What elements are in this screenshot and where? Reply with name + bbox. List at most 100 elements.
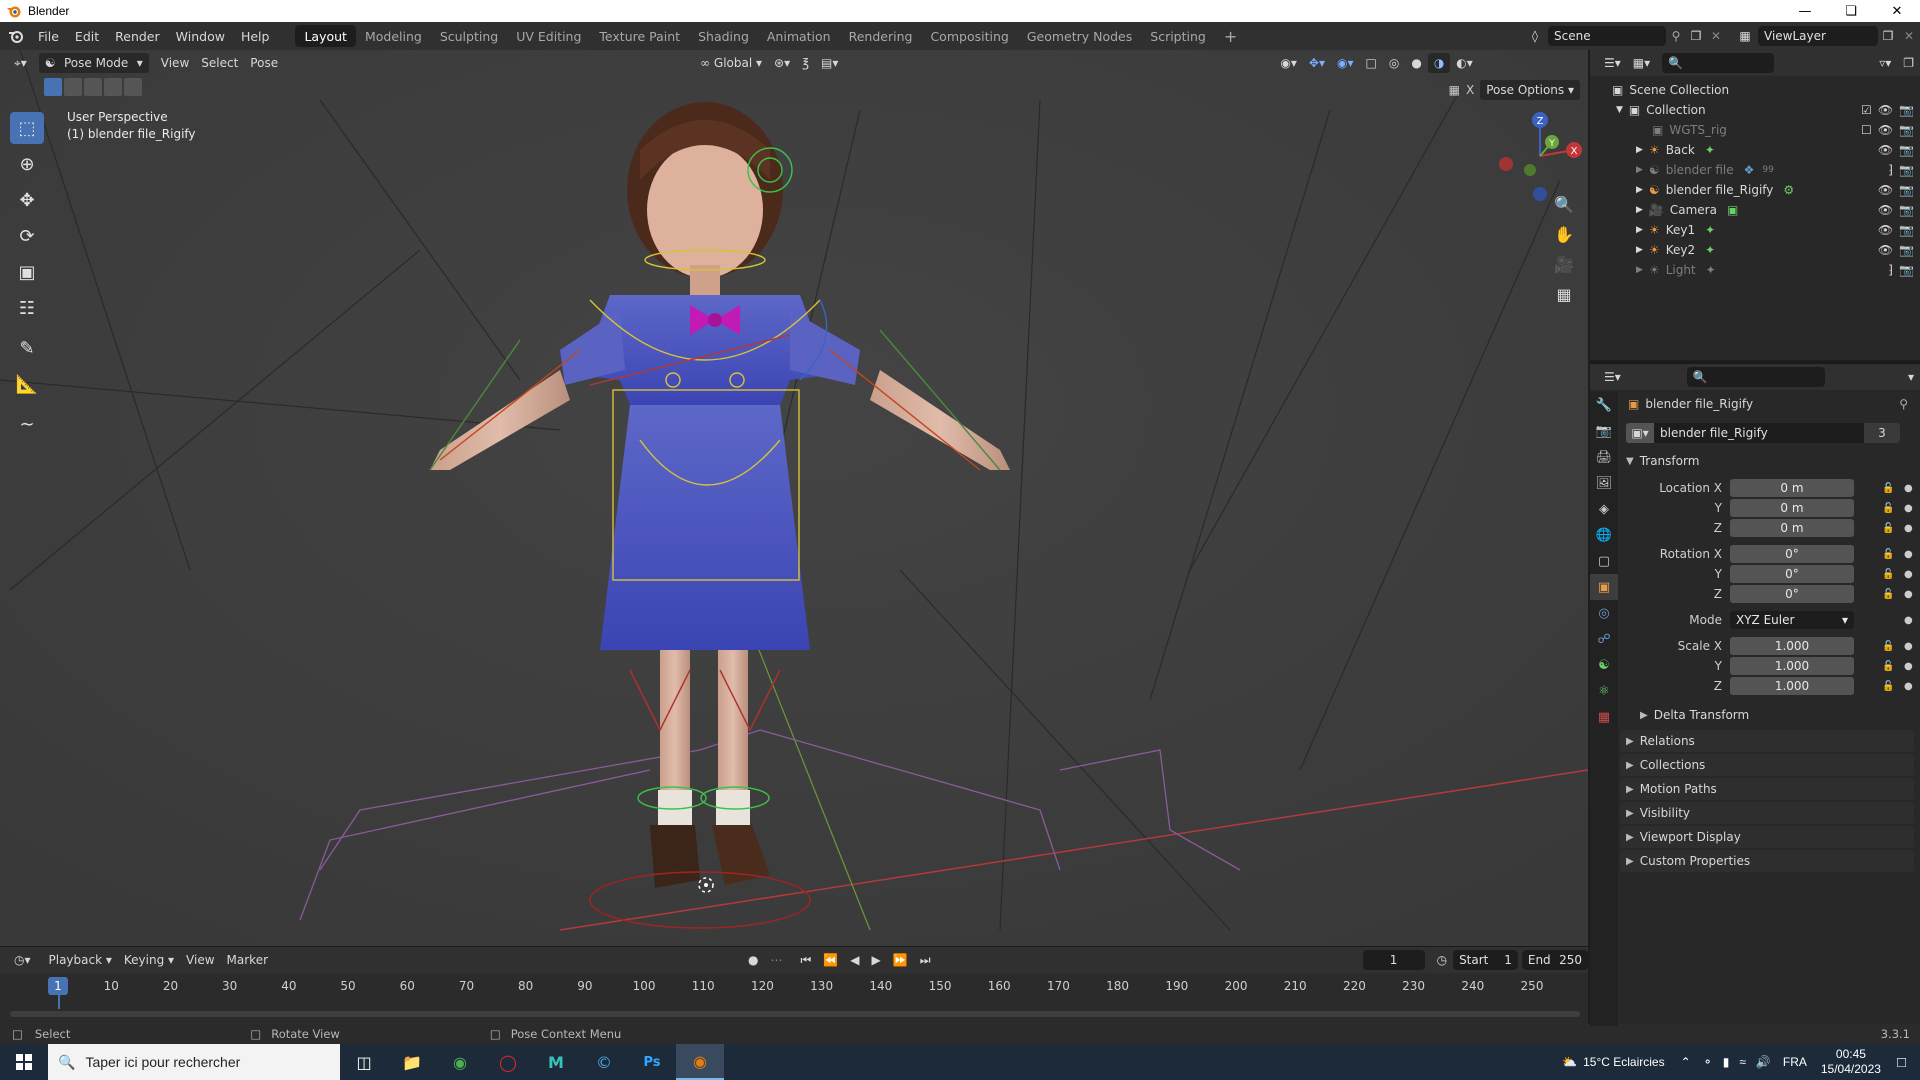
eye-icon[interactable]: 👁 [1878,203,1893,217]
datablock-browse-icon[interactable]: ▣▾ [1626,423,1654,443]
camera-render-icon[interactable]: 📷 [1899,203,1914,217]
camera-render-icon[interactable]: 📷 [1899,123,1914,137]
preview-range-icon[interactable]: ◷ [1431,950,1453,970]
collections-panel-header[interactable]: ▶ Collections [1620,754,1914,776]
lock-icon[interactable]: 🔓 [1882,523,1894,534]
keyframe-dot-icon[interactable]: ● [1904,681,1913,692]
scene-selector-icon[interactable]: ◊ [1522,29,1548,43]
rotate-tool-icon[interactable]: ⟳ [10,220,44,252]
object-tab-icon[interactable]: ▣ [1590,574,1618,600]
select-subtract-icon[interactable] [84,78,102,96]
outliner-scene-collection[interactable]: ▣ Scene Collection [1590,80,1920,100]
visibility-panel-header[interactable]: ▶ Visibility [1620,802,1914,824]
transform-affect-icon[interactable]: ▦ [1449,83,1460,97]
menu-edit[interactable]: Edit [67,22,107,50]
rotation-x-field[interactable]: 0° [1730,545,1854,563]
timeline-scrollbar[interactable] [10,1011,1580,1017]
expand-arrow-icon[interactable]: ▶ [1636,225,1643,235]
jump-prev-keyframe-icon[interactable]: ⏪ [817,950,844,970]
include-checkbox-icon[interactable]: ☐ [1861,123,1872,137]
taskbar-search-input[interactable]: 🔍 Taper ici pour rechercher [48,1044,340,1080]
select-new-icon[interactable] [44,78,62,96]
expand-arrow-icon[interactable]: ▶ [1636,205,1643,215]
add-workspace-button[interactable]: + [1215,25,1246,47]
play-reverse-icon[interactable]: ◀ [844,950,865,970]
wifi-icon[interactable]: ≈ [1739,1055,1746,1069]
outliner-item-key2[interactable]: ▶ ☀ Key2 ✦ 👁 📷 [1590,240,1920,260]
snap-icon[interactable]: ℥ [796,53,815,73]
eye-icon[interactable]: 👁 [1878,223,1893,237]
visibility-selector-icon[interactable]: ◉▾ [1274,53,1303,73]
view-layer-tab-icon[interactable]: 🖼 [1590,470,1618,496]
output-tab-icon[interactable]: 🖨 [1590,444,1618,470]
transform-orientation-selector[interactable]: ∞ Global ▾ [694,53,768,73]
cursor-tool-icon[interactable]: ⊕ [10,148,44,180]
outliner-item-key1[interactable]: ▶ ☀ Key1 ✦ 👁 📷 [1590,220,1920,240]
camera-render-icon[interactable]: 📷 [1899,223,1914,237]
tray-overflow-icon[interactable]: ⌃ [1681,1055,1691,1069]
outliner-editor-type-icon[interactable]: ☰▾ [1598,53,1627,73]
expand-arrow-icon[interactable]: ▶ [1636,245,1643,255]
keying-set-icon[interactable]: ⋯ [765,950,789,970]
windows-start-icon[interactable] [0,1044,48,1080]
new-collection-icon[interactable]: ❐ [1897,53,1920,73]
blender-menu-icon[interactable] [0,22,30,50]
object-name-field[interactable]: blender file_Rigify [1654,423,1864,443]
eye-icon[interactable]: 👁 [1878,243,1893,257]
menu-render[interactable]: Render [107,22,168,50]
tab-compositing[interactable]: Compositing [921,25,1017,47]
chrome-icon[interactable]: ◉ [436,1044,484,1080]
people-icon[interactable]: ⚬ [1703,1055,1713,1069]
solid-shading-icon[interactable]: ● [1405,53,1427,73]
camera-render-icon[interactable]: 📷 [1899,183,1914,197]
lock-icon[interactable]: 🔓 [1882,549,1894,560]
scene-name-field[interactable]: Scene [1548,26,1666,46]
menu-window[interactable]: Window [168,22,233,50]
volume-icon[interactable]: 🔊 [1756,1055,1771,1069]
current-frame-field[interactable]: 1 [1362,950,1425,970]
physics-tab-icon[interactable]: ◎ [1590,600,1618,626]
xray-toggle-icon[interactable]: □ [1360,53,1383,73]
outliner-item-camera[interactable]: ▶ 🎥 Camera ▣ 👁 📷 [1590,200,1920,220]
editor-type-icon[interactable]: ⌖▾ [8,53,33,73]
frame-ruler[interactable]: 1 10 20 30 40 50 60 70 80 90 100 110 120 130 140 150 160… [0,975,1588,1009]
transform-tool-icon[interactable]: ☷ [10,292,44,324]
properties-editor-type-icon[interactable]: ☰▾ [1598,367,1627,387]
lock-icon[interactable]: 🔓 [1882,661,1894,672]
keyframe-dot-icon[interactable]: ● [1904,483,1913,494]
render-tab-icon[interactable]: 📷 [1590,418,1618,444]
viewport-scene[interactable] [0,50,1588,946]
select-extend-icon[interactable] [64,78,82,96]
lock-icon[interactable]: 🔓 [1882,483,1894,494]
scene-tab-icon[interactable]: ◈ [1590,496,1618,522]
blender-taskbar-icon[interactable]: ◉ [676,1044,724,1080]
photoshop-icon[interactable]: Ps [628,1044,676,1080]
menu-timeline-view[interactable]: View [180,950,220,970]
scale-x-field[interactable]: 1.000 [1730,637,1854,655]
select-invert-icon[interactable] [104,78,122,96]
armature-data-tab-icon[interactable]: ☯ [1590,652,1618,678]
outliner-collection[interactable]: ▼ ▣ Collection ☑ 👁 📷 [1590,100,1920,120]
tab-modeling[interactable]: Modeling [356,25,431,47]
jump-start-icon[interactable]: ⏮ [795,950,818,970]
tab-layout[interactable]: Layout [295,25,356,47]
lock-icon[interactable]: 🔓 [1882,589,1894,600]
keyframe-dot-icon[interactable]: ● [1904,549,1913,560]
weather-icon[interactable]: ⛅ [1562,1055,1577,1069]
mode-selector[interactable]: ☯ Pose Mode ▾ [38,53,149,73]
filter-icon[interactable]: ▿▾ [1873,53,1897,73]
zoom-icon[interactable]: 🔍 [1550,190,1578,218]
close-button[interactable]: ✕ [1874,0,1920,22]
location-z-field[interactable]: 0 m [1730,519,1854,537]
task-view-icon[interactable]: ◫ [340,1044,388,1080]
new-view-layer-icon[interactable]: ❐ [1878,29,1898,43]
expand-arrow-icon[interactable]: ▼ [1616,105,1623,115]
select-box-tool-icon[interactable]: ⬚ [10,112,44,144]
tab-geometry-nodes[interactable]: Geometry Nodes [1018,25,1141,47]
keyframe-dot-icon[interactable]: ● [1904,589,1913,600]
battery-icon[interactable]: ▮ [1723,1055,1730,1069]
tab-shading[interactable]: Shading [689,25,758,47]
keyframe-dot-icon[interactable]: ● [1904,615,1913,626]
location-y-field[interactable]: 0 m [1730,499,1854,517]
perspective-toggle-icon[interactable]: ▦ [1550,280,1578,308]
